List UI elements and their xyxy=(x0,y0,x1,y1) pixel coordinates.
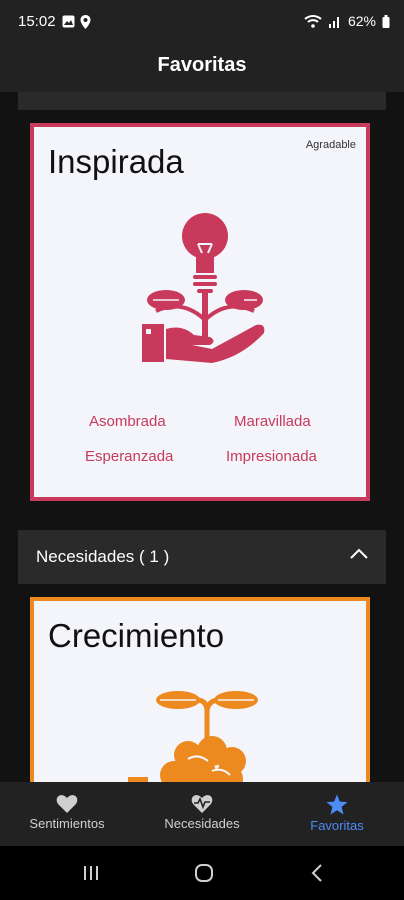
system-navigation-bar xyxy=(0,846,404,900)
wifi-icon xyxy=(304,15,322,28)
section-label: Necesidades ( 1 ) xyxy=(36,547,170,566)
status-bar: 15:02 62% xyxy=(0,0,404,44)
battery-percent: 62% xyxy=(347,13,376,29)
emotion-esperanzada[interactable]: Esperanzada xyxy=(85,448,173,465)
nav-sentimientos[interactable]: Sentimientos xyxy=(0,782,134,846)
status-notification-icons xyxy=(62,15,91,29)
card-title: Inspirada xyxy=(48,143,184,180)
lightbulb-hand-sprout-icon xyxy=(142,213,265,363)
chevron-up-icon[interactable] xyxy=(350,548,368,560)
nav-necesidades[interactable]: Necesidades xyxy=(135,782,269,846)
card-title: Crecimiento xyxy=(48,617,225,654)
page-title: Favoritas xyxy=(157,54,247,76)
signal-icon xyxy=(328,17,339,28)
brain-sprout-icon xyxy=(128,691,258,782)
location-icon xyxy=(80,15,91,29)
status-system-icons: 62% xyxy=(304,13,390,29)
emotion-impresionada[interactable]: Impresionada xyxy=(226,448,317,465)
battery-icon xyxy=(382,14,390,28)
gallery-icon xyxy=(62,15,75,28)
nav-label: Favoritas xyxy=(310,818,364,833)
emotion-maravillada[interactable]: Maravillada xyxy=(234,413,311,430)
need-card-crecimiento[interactable]: Crecimiento xyxy=(30,597,370,782)
app-bar: Favoritas xyxy=(0,44,404,92)
emotion-asombrada[interactable]: Asombrada xyxy=(89,413,166,430)
nav-label: Sentimientos xyxy=(29,816,105,831)
home-icon[interactable] xyxy=(194,863,214,883)
heart-pulse-icon xyxy=(191,795,213,813)
card-category-tag: Agradable xyxy=(305,139,356,151)
bottom-navigation: Sentimientos Necesidades Favoritas xyxy=(0,782,404,846)
status-time: 15:02 xyxy=(18,13,56,30)
nav-favoritas[interactable]: Favoritas xyxy=(270,782,404,846)
previous-section-footer xyxy=(18,92,386,110)
feeling-card-inspirada[interactable]: Inspirada Agradable Asombrada Maravillad… xyxy=(30,123,370,501)
recent-apps-icon[interactable] xyxy=(83,865,99,881)
favorites-list[interactable]: Inspirada Agradable Asombrada Maravillad… xyxy=(0,92,404,782)
nav-label: Necesidades xyxy=(164,816,240,831)
star-icon xyxy=(326,794,348,815)
heart-icon xyxy=(56,795,78,813)
section-header-necesidades[interactable]: Necesidades ( 1 ) xyxy=(18,530,386,584)
back-icon[interactable] xyxy=(311,864,323,882)
